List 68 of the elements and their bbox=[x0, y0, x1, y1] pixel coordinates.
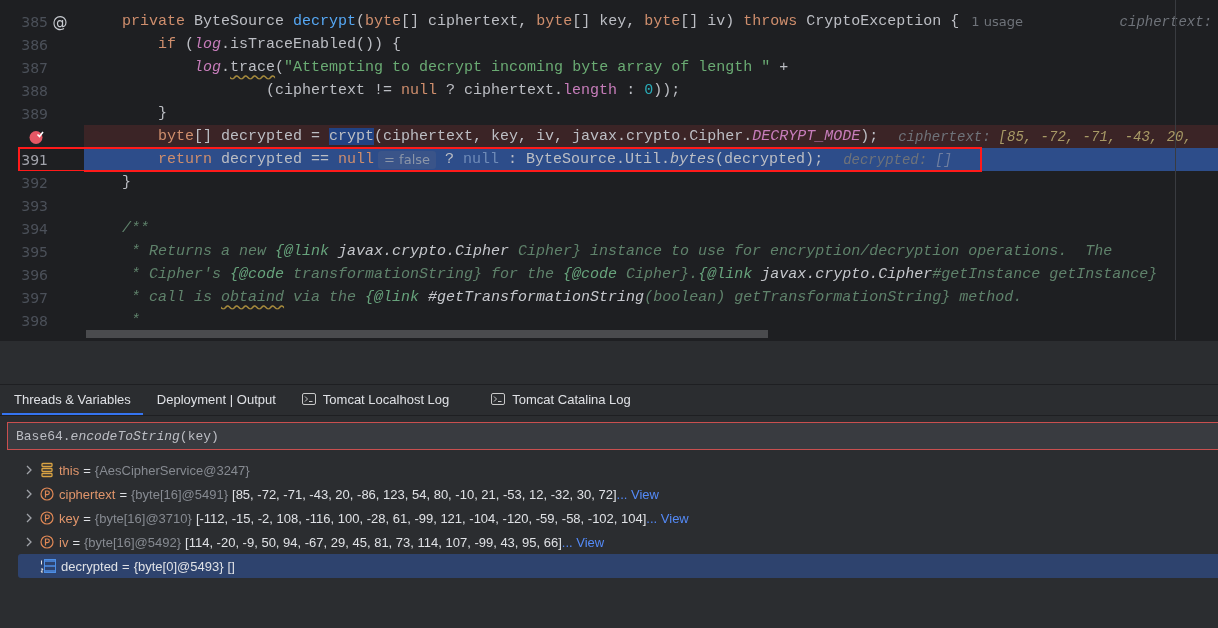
variable-type: {byte[16]@5492} bbox=[84, 534, 182, 550]
code-text: /** bbox=[121, 220, 149, 237]
scrollbar-thumb[interactable] bbox=[86, 330, 768, 338]
parameter-icon bbox=[40, 511, 54, 525]
code-text: if (log.isTraceEnabled()) { bbox=[157, 36, 402, 53]
line-number: 391 bbox=[21, 151, 48, 168]
field-icon bbox=[40, 462, 54, 478]
array-icon bbox=[40, 559, 56, 573]
variable-value: [85, -72, -71, -43, 20, -86, 123, 54, 80, -10, 21, -53, 12, -32, 30, 72] bbox=[232, 486, 617, 502]
panel-tab[interactable]: Threads & Variables bbox=[2, 385, 143, 415]
variable-value: [] bbox=[227, 558, 235, 574]
variable-name: this bbox=[59, 462, 80, 478]
chevron-icon[interactable] bbox=[25, 465, 33, 475]
code-editor[interactable] bbox=[0, 0, 1218, 340]
console-icon bbox=[491, 393, 506, 405]
inline-value-label: decrypted: bbox=[843, 151, 928, 168]
chevron-icon[interactable] bbox=[25, 513, 33, 523]
expression-field[interactable]: Base64.encodeToString(key) bbox=[7, 422, 1218, 450]
code-text: } bbox=[157, 105, 167, 122]
parameter-icon bbox=[40, 487, 54, 501]
equals-sign: = bbox=[72, 534, 80, 550]
code-text: return decrypted == null bbox=[157, 151, 375, 168]
equals-sign: = bbox=[119, 486, 127, 502]
gutter-mark[interactable]: @ bbox=[52, 12, 68, 31]
code-text: (ciphertext != null ? ciphertext.length : 0)); bbox=[265, 82, 681, 99]
variable-type: {byte[16]@5491} bbox=[130, 486, 229, 502]
code-text: * Cipher's {@code transformationString} for the {@code Cipher}.{@link javax.crypto.Cipher#getInstance getInstance} bbox=[130, 266, 1158, 283]
variable-type: {byte[0]@5493} bbox=[133, 558, 224, 574]
parameter-icon bbox=[40, 535, 54, 549]
variable-type: {byte[16]@3710} bbox=[94, 510, 192, 526]
code-text: private ByteSource decrypt(byte[] ciphertext, byte[] key, byte[] iv) throws CryptoException { bbox=[121, 13, 960, 30]
variable-type: {AesCipherService@3247} bbox=[94, 462, 250, 478]
code-text: ? null : ByteSource.Util.bytes(decrypted); bbox=[444, 151, 824, 168]
inline-value-label: ciphertext: bbox=[898, 128, 991, 145]
variable-name: iv bbox=[59, 534, 69, 550]
inline-value: [] bbox=[935, 151, 952, 168]
console-icon bbox=[301, 393, 316, 405]
view-link[interactable]: ... View bbox=[616, 486, 659, 502]
code-text: byte[] decrypted = crypt(ciphertext, key, iv, javax.crypto.Cipher.DECRYPT_MODE); bbox=[157, 128, 879, 145]
view-link[interactable]: ... View bbox=[561, 534, 605, 550]
breakpoint-icon[interactable] bbox=[28, 128, 44, 145]
equals-sign: = bbox=[122, 558, 130, 574]
code-text: log.trace("Attempting to decrypt incoming byte array of length " + bbox=[193, 59, 789, 76]
code-text: * bbox=[130, 312, 140, 329]
equals-sign: = bbox=[83, 510, 91, 526]
code-text: * Returns a new {@link javax.crypto.Cipher Cipher} instance to use for encryption/decryption operations. The bbox=[130, 243, 1113, 260]
chevron-icon[interactable] bbox=[25, 537, 33, 547]
code-text: } bbox=[121, 174, 131, 191]
panel-tab[interactable]: Deployment | Output bbox=[144, 385, 288, 415]
variable-row[interactable]: decrypted = {byte[0]@5493} [] bbox=[18, 554, 1218, 578]
variable-row[interactable]: key = {byte[16]@3710} [-112, -15, -2, 108, -116, 100, -28, 61, -99, 121, -104, -120, -59, -58, -102, 104]... View bbox=[18, 506, 1218, 530]
inline-value-chip: = false bbox=[378, 150, 437, 169]
variable-name: decrypted bbox=[61, 558, 119, 574]
panel-tab[interactable]: Tomcat Localhost Log bbox=[289, 385, 462, 415]
variable-row[interactable]: this = {AesCipherService@3247} bbox=[18, 458, 1218, 482]
variable-row[interactable]: iv = {byte[16]@5492} [114, -20, -9, 50, 94, -67, 29, 45, 81, 73, 114, 107, -99, 43, 95, 66]... View bbox=[18, 530, 1218, 554]
variable-value: [-112, -15, -2, 108, -116, 100, -28, 61, -99, 121, -104, -120, -59, -58, -102, 104] bbox=[195, 510, 647, 526]
panel-tab[interactable]: Tomcat Catalina Log bbox=[479, 385, 643, 415]
equals-sign: = bbox=[83, 462, 91, 478]
code-text: * call is obtaind via the {@link #getTransformationString(boolean) getTransformationString} method. bbox=[130, 289, 1023, 306]
inlay-hint: ciphertext: bbox=[1119, 13, 1213, 30]
variable-value: [114, -20, -9, 50, 94, -67, 29, 45, 81, 73, 114, 107, -99, 43, 95, 66] bbox=[185, 534, 562, 550]
chevron-icon[interactable] bbox=[25, 489, 33, 499]
view-link[interactable]: ... View bbox=[646, 510, 689, 526]
variable-name: key bbox=[59, 510, 80, 526]
variable-name: ciphertext bbox=[59, 486, 116, 502]
inline-value: [85, -72, -71, -43, 20, bbox=[998, 128, 1192, 145]
variable-row[interactable]: ciphertext = {byte[16]@5491} [85, -72, -71, -43, 20, -86, 123, 54, 80, -10, 21, -53, 12, -32, 30, 72]... View bbox=[18, 482, 1218, 506]
